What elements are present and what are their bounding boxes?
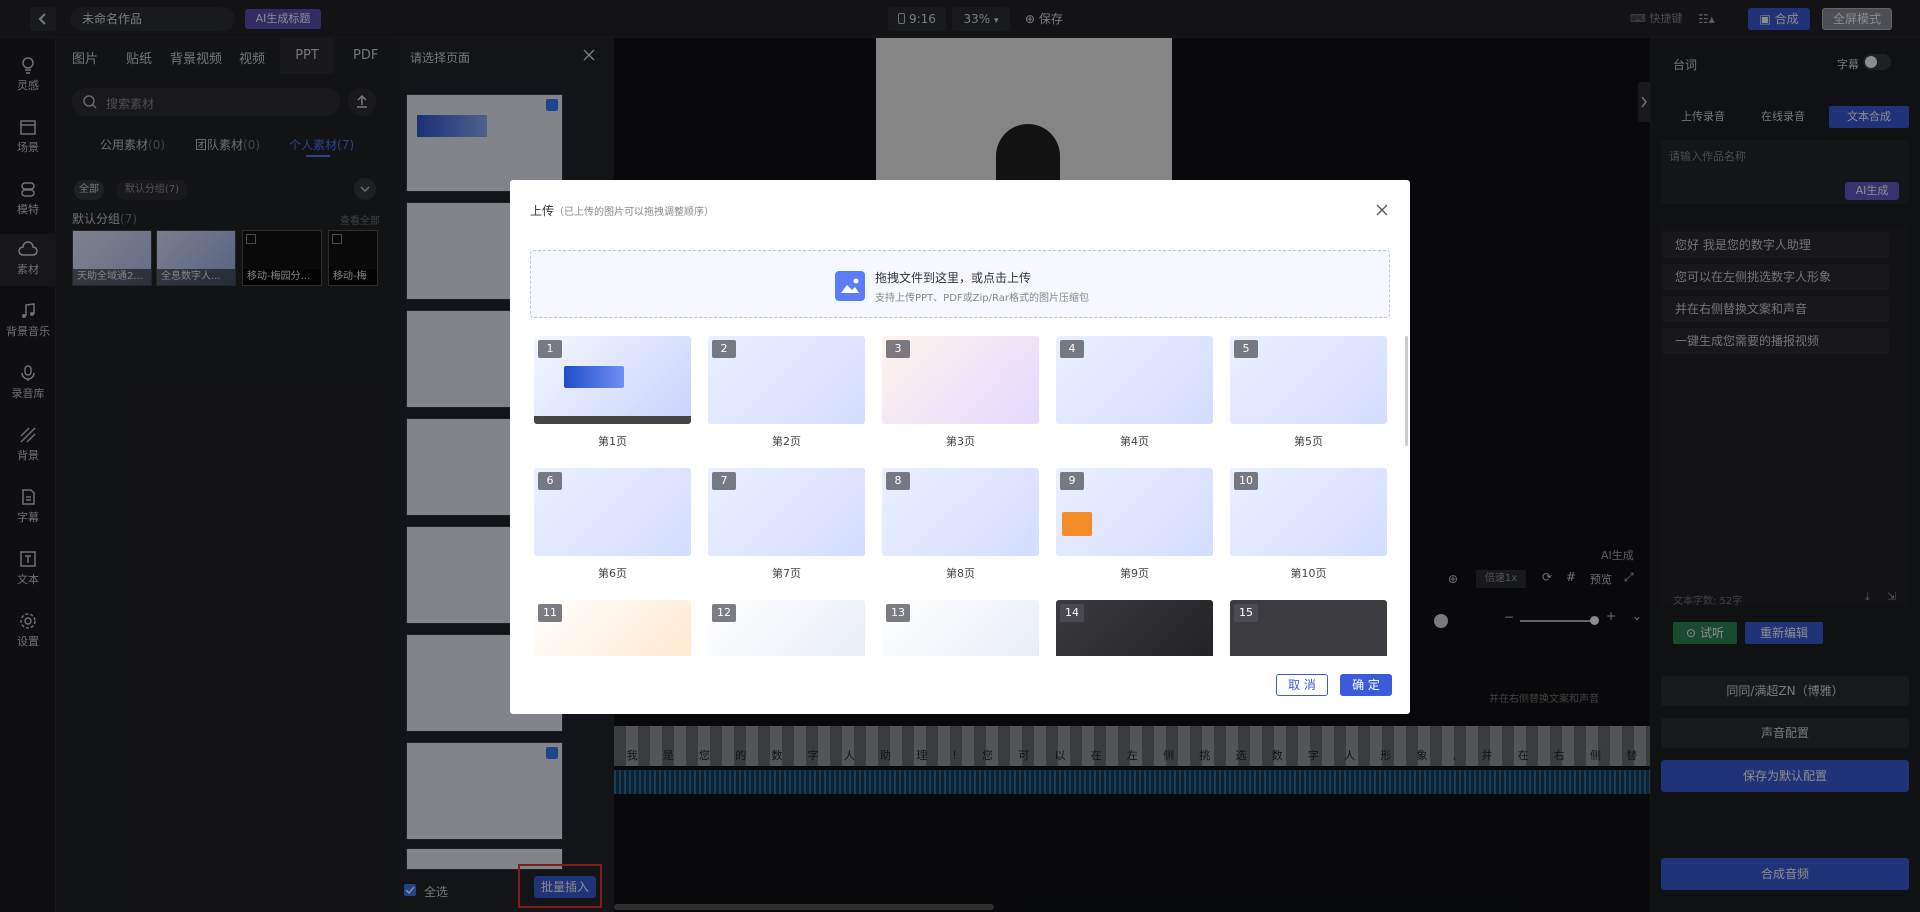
slide-logo-image <box>564 366 624 388</box>
modal-scrollbar[interactable] <box>1405 336 1408 446</box>
slide-number: 5 <box>1234 340 1258 358</box>
dropzone-main-text: 拖拽文件到这里，或点击上传 <box>875 271 1032 285</box>
slide-number: 15 <box>1234 604 1258 622</box>
slide-thumbnail[interactable]: 10 <box>1230 468 1387 556</box>
slide-label: 第6页 <box>598 567 627 580</box>
slide-number: 9 <box>1060 472 1084 490</box>
slide-number: 8 <box>886 472 910 490</box>
slide-label: 第5页 <box>1294 435 1323 448</box>
slide-label: 第9页 <box>1120 567 1149 580</box>
slide-thumbnail[interactable]: 4 <box>1056 336 1213 424</box>
slide-thumbnail[interactable]: 13 <box>882 600 1039 656</box>
slide-orange-block <box>1062 512 1092 536</box>
modal-title-text: 上传 <box>530 204 555 218</box>
slide-bottom-bar <box>534 416 691 424</box>
slide-label: 第8页 <box>946 567 975 580</box>
upload-dropzone[interactable]: 拖拽文件到这里，或点击上传 支持上传PPT、PDF或Zip/Rar格式的图片压缩… <box>530 250 1390 318</box>
slide-number: 4 <box>1060 340 1084 358</box>
slide-label: 第7页 <box>772 567 801 580</box>
slide-thumbnail[interactable]: 11 <box>534 600 691 656</box>
app-root: 未命名作品 AI生成标题 9:16 33% ▾ ⊕ 保存 ⌨ 快捷键 ☷▴ ▣ … <box>0 0 1920 912</box>
close-icon <box>1376 204 1388 216</box>
confirm-button[interactable]: 确 定 <box>1340 674 1392 696</box>
slide-label: 第4页 <box>1120 435 1149 448</box>
slide-number: 7 <box>712 472 736 490</box>
slide-label: 第10页 <box>1290 567 1327 580</box>
slide-label: 第2页 <box>772 435 801 448</box>
slide-thumbnail[interactable]: 5 <box>1230 336 1387 424</box>
slide-thumbnail[interactable]: 1 <box>534 336 691 424</box>
slide-thumbnail[interactable]: 7 <box>708 468 865 556</box>
slide-thumbnail[interactable]: 14 <box>1056 600 1213 656</box>
slide-thumbnail[interactable]: 3 <box>882 336 1039 424</box>
slide-number: 14 <box>1060 604 1084 622</box>
slide-number: 1 <box>538 340 562 358</box>
cancel-button[interactable]: 取 消 <box>1276 674 1328 696</box>
modal-close-button[interactable] <box>1374 202 1390 218</box>
slide-label: 第3页 <box>946 435 975 448</box>
dropzone-sub-text: 支持上传PPT、PDF或Zip/Rar格式的图片压缩包 <box>875 293 1089 304</box>
slide-number: 6 <box>538 472 562 490</box>
slide-label: 第1页 <box>598 435 627 448</box>
slide-number: 12 <box>712 604 736 622</box>
image-upload-icon <box>835 271 865 301</box>
slide-number: 13 <box>886 604 910 622</box>
slide-number: 3 <box>886 340 910 358</box>
slide-thumbnail[interactable]: 9 <box>1056 468 1213 556</box>
slide-number: 2 <box>712 340 736 358</box>
slide-number: 10 <box>1234 472 1258 490</box>
upload-modal: 上传（已上传的图片可以拖拽调整顺序） 拖拽文件到这里，或点击上传 支持上传PPT… <box>510 180 1410 714</box>
slide-number: 11 <box>538 604 562 622</box>
slide-thumbnail[interactable]: 12 <box>708 600 865 656</box>
modal-subtitle: （已上传的图片可以拖拽调整顺序） <box>554 207 715 218</box>
slide-grid: 1 2 3 4 5 第1页 第2页 第3页 第4页 第5页 6 7 8 9 10… <box>510 336 1410 656</box>
modal-title: 上传（已上传的图片可以拖拽调整顺序） <box>530 202 714 219</box>
slide-thumbnail[interactable]: 15 <box>1230 600 1387 656</box>
slide-thumbnail[interactable]: 8 <box>882 468 1039 556</box>
slide-thumbnail[interactable]: 6 <box>534 468 691 556</box>
slide-thumbnail[interactable]: 2 <box>708 336 865 424</box>
